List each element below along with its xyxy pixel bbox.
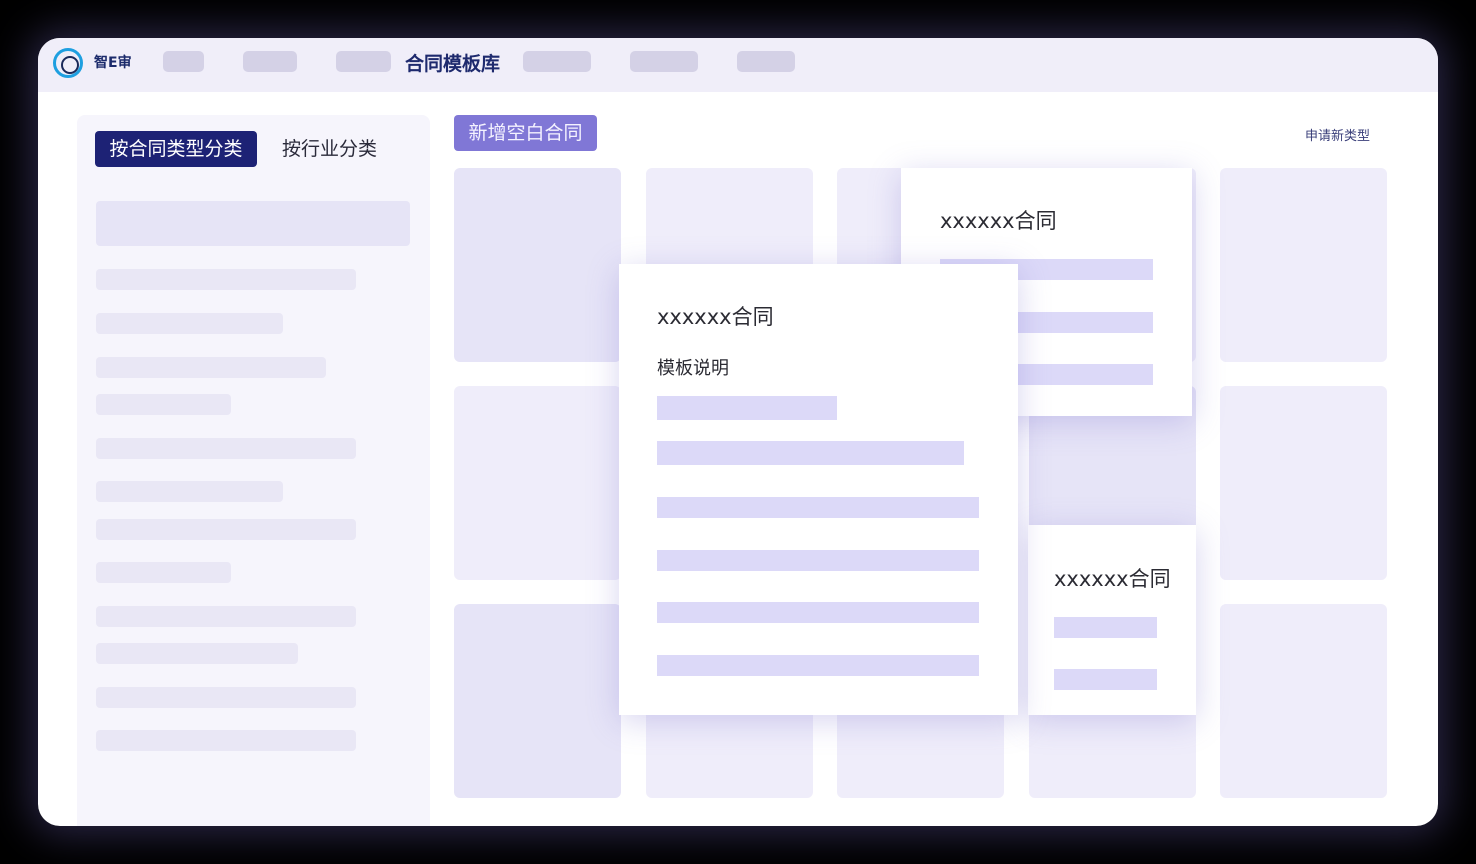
brand-name: 智E审 — [94, 55, 132, 71]
text-line-placeholder — [657, 497, 979, 518]
text-line-placeholder — [657, 396, 837, 420]
text-line-placeholder — [657, 550, 979, 571]
sidebar-item-placeholder[interactable] — [96, 357, 326, 378]
nav-item-placeholder[interactable] — [243, 51, 297, 72]
template-description-label: 模板说明 — [657, 358, 729, 379]
text-line-placeholder — [657, 602, 979, 623]
category-sidebar: 按合同类型分类 按行业分类 — [77, 115, 430, 826]
sidebar-item-placeholder[interactable] — [96, 730, 356, 751]
sidebar-item-placeholder[interactable] — [96, 606, 356, 627]
template-preview-title: xxxxxx合同 — [940, 209, 1057, 233]
sidebar-item-placeholder[interactable] — [96, 269, 356, 290]
template-card[interactable] — [454, 168, 621, 362]
nav-item-placeholder[interactable] — [336, 51, 391, 72]
nav-item-placeholder[interactable] — [523, 51, 591, 72]
sidebar-search-placeholder[interactable] — [96, 201, 410, 246]
sidebar-item-placeholder[interactable] — [96, 394, 231, 415]
sidebar-item-placeholder[interactable] — [96, 643, 298, 664]
top-navigation-bar: 智E审 合同模板库 — [38, 38, 1438, 92]
text-line-placeholder — [1054, 617, 1157, 638]
add-blank-contract-button[interactable]: 新增空白合同 — [454, 115, 597, 151]
template-card[interactable] — [1220, 168, 1387, 362]
template-card[interactable] — [454, 386, 621, 580]
nav-item-placeholder[interactable] — [630, 51, 698, 72]
tab-by-industry[interactable]: 按行业分类 — [282, 131, 377, 167]
sidebar-item-placeholder[interactable] — [96, 481, 283, 502]
text-line-placeholder — [657, 441, 964, 465]
sidebar-item-placeholder[interactable] — [96, 438, 356, 459]
template-preview-title: xxxxxx合同 — [1054, 567, 1171, 591]
sidebar-item-placeholder[interactable] — [96, 519, 356, 540]
nav-item-contract-templates[interactable]: 合同模板库 — [405, 49, 500, 76]
template-card[interactable] — [454, 604, 621, 798]
logo-icon[interactable] — [53, 48, 83, 78]
template-preview-card-small[interactable]: xxxxxx合同 — [1028, 525, 1196, 715]
nav-item-placeholder[interactable] — [163, 51, 204, 72]
text-line-placeholder — [657, 655, 979, 676]
template-card[interactable] — [1220, 604, 1387, 798]
template-preview-title: xxxxxx合同 — [657, 305, 774, 329]
template-card[interactable] — [1220, 386, 1387, 580]
text-line-placeholder — [1054, 669, 1157, 690]
nav-item-placeholder[interactable] — [737, 51, 795, 72]
tab-by-contract-type[interactable]: 按合同类型分类 — [95, 131, 257, 167]
sidebar-item-placeholder[interactable] — [96, 562, 231, 583]
sidebar-item-placeholder[interactable] — [96, 313, 283, 334]
apply-new-type-link[interactable]: 申请新类型 — [1305, 125, 1370, 144]
app-window: 智E审 合同模板库 按合同类型分类 按行业分类 新增空白合同 申请新类型 xxx… — [38, 38, 1438, 826]
template-preview-card-front[interactable]: xxxxxx合同 模板说明 — [619, 264, 1018, 715]
sidebar-item-placeholder[interactable] — [96, 687, 356, 708]
